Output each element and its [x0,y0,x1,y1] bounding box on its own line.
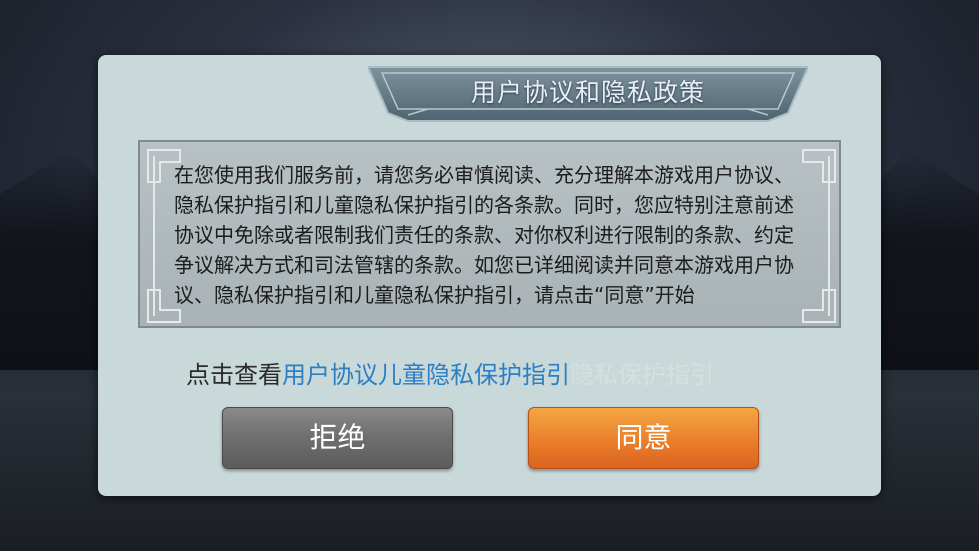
dialog-title: 用户协议和隐私政策 [470,78,705,107]
agreement-links-line: 点击查看用户协议儿童隐私保护指引隐私保护指引 [186,355,806,390]
privacy-guide-link[interactable]: 隐私保护指引 [570,361,714,389]
agree-button[interactable]: 同意 [528,407,759,469]
user-agreement-link[interactable]: 用户协议 [282,361,378,389]
child-privacy-link[interactable]: 儿童隐私保护指引 [378,361,570,389]
reject-button[interactable]: 拒绝 [222,407,453,469]
agreement-content-box[interactable]: 在您使用我们服务前，请您务必审慎阅读、充分理解本游戏用户协议、隐私保护指引和儿童… [138,140,841,328]
agreement-dialog: 用户协议和隐私政策 在您使用我们服务前，请您务必审慎阅读、充分理解本游戏用户协议… [98,55,881,496]
link-prefix-text: 点击查看 [186,361,282,389]
title-plate: 用户协议和隐私政策 [368,65,808,123]
agreement-text: 在您使用我们服务前，请您务必审慎阅读、充分理解本游戏用户协议、隐私保护指引和儿童… [174,163,794,307]
